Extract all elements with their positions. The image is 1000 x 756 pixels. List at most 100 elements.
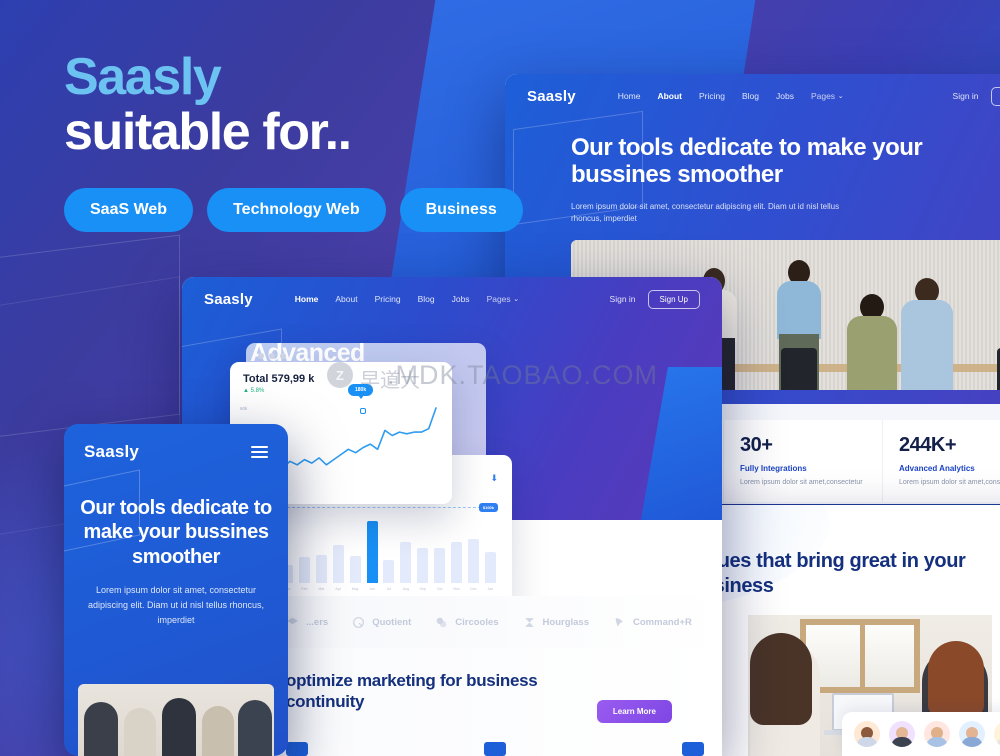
bar-label: Aug (402, 587, 410, 591)
nav-link-home[interactable]: Home (618, 91, 641, 101)
nav-link-pages[interactable]: Pages ⌄ (487, 294, 519, 304)
logo-item-commandr: Command+R (613, 616, 692, 629)
bar-column: Sep (417, 511, 429, 591)
bar[interactable] (383, 559, 395, 583)
learn-more-button[interactable]: Learn More (596, 700, 672, 723)
avatar[interactable] (889, 721, 915, 747)
download-icon[interactable]: ⬇ (490, 473, 498, 484)
bar-label: Dec (470, 587, 477, 591)
nav-links: Home About Pricing Blog Jobs Pages ⌄ (618, 91, 844, 101)
nav-brand[interactable]: Saasly (527, 88, 576, 105)
marketing-headline: optimize marketing for business continui… (286, 671, 538, 712)
photo-person (84, 702, 118, 756)
bar-label: Mar (318, 587, 325, 591)
bar[interactable] (451, 542, 463, 583)
stat-title: Fully Integrations (740, 463, 807, 473)
photo-person-left-hair (750, 633, 812, 725)
mobile-brand[interactable]: Saasly (84, 442, 139, 462)
bar[interactable] (349, 555, 361, 583)
nav-link-pricing[interactable]: Pricing (375, 294, 401, 304)
photo-person (124, 708, 156, 756)
nav-link-pages[interactable]: Pages ⌄ (811, 91, 843, 101)
nav-link-blog[interactable]: Blog (742, 91, 759, 101)
bar[interactable] (417, 548, 429, 583)
hamburger-icon[interactable] (251, 446, 268, 458)
bar-column: Feb (298, 511, 310, 591)
bar[interactable] (315, 554, 327, 583)
photo-chairs (781, 344, 1000, 390)
bar[interactable] (332, 544, 344, 583)
nav-brand[interactable]: Saasly (204, 291, 253, 308)
stat-desc: Lorem ipsum dolor sit amet,consectetur (740, 478, 863, 486)
bar[interactable] (400, 542, 412, 583)
feature-icon (286, 742, 308, 756)
quotient-icon (353, 616, 365, 628)
bar-chart-bars: JanFebMarAprMayJunJulAugSepOctNovDecJan (282, 511, 496, 591)
feature-icon (484, 742, 506, 756)
decorative-line (513, 110, 643, 226)
nav-auth: Sign in Sign Up (953, 86, 1000, 106)
mobile-mockup: Saasly Our tools dedicate to make your b… (64, 424, 288, 756)
bar-column: Nov (451, 511, 463, 591)
nav-links: Home About Pricing Blog Jobs Pages ⌄ (295, 294, 519, 304)
line-chart-point-marker (360, 408, 366, 414)
bar[interactable] (298, 557, 310, 583)
bar[interactable] (434, 548, 446, 583)
nav-link-about[interactable]: About (657, 91, 682, 101)
logo-item-layers: ...ers (286, 616, 328, 629)
chevron-down-icon: ⌄ (513, 296, 519, 303)
avatar[interactable] (854, 721, 880, 747)
bar-label: Feb (301, 587, 308, 591)
sign-in-link[interactable]: Sign in (953, 91, 979, 101)
logo-item-hourglass: Hourglass (523, 616, 589, 629)
bar[interactable] (484, 552, 496, 583)
bar-label: Nov (453, 587, 460, 591)
bar-label: Apr (335, 587, 342, 591)
pill-technology-web[interactable]: Technology Web (207, 188, 386, 233)
photo-person (162, 698, 196, 756)
background-line-1 (0, 234, 180, 446)
bar-label: Oct (436, 587, 443, 591)
avatar[interactable] (994, 721, 1000, 747)
sign-in-link[interactable]: Sign in (610, 294, 636, 304)
photo-person-right-hair (928, 641, 984, 717)
mobile-topbar: Saasly (64, 424, 288, 462)
pill-saas-web[interactable]: SaaS Web (64, 188, 194, 233)
bar-label: Sep (419, 587, 426, 591)
mobile-subtext: Lorem ipsum dolor sit amet, consectetur … (87, 585, 265, 625)
avatar-row (842, 712, 1000, 756)
bar-column: May (349, 511, 361, 591)
bar-column: Jun (366, 511, 378, 591)
bar-label: Jun (369, 587, 375, 591)
nav-link-jobs[interactable]: Jobs (776, 91, 794, 101)
bar-label: Jul (386, 587, 392, 591)
nav-link-pricing[interactable]: Pricing (699, 91, 725, 101)
nav-link-jobs[interactable]: Jobs (452, 294, 470, 304)
line-chart-delta: ▲ 5.8% (243, 388, 265, 394)
bar-highlighted[interactable] (366, 521, 378, 583)
avatar[interactable] (924, 721, 950, 747)
sign-up-button[interactable]: Sign Up (990, 86, 1000, 106)
line-chart-total: Total 579,99 k (243, 373, 315, 385)
photo-person (202, 706, 234, 756)
bar-chart-goal-line: $100k (282, 503, 498, 512)
logo-label: Command+R (633, 616, 692, 628)
nav-link-home[interactable]: Home (295, 294, 319, 304)
bar-column: Aug (400, 511, 412, 591)
sign-up-button[interactable]: Sign Up (647, 289, 700, 309)
hourglass-icon (524, 617, 534, 627)
logo-label: ...ers (306, 616, 329, 628)
nav-link-blog[interactable]: Blog (418, 294, 435, 304)
nav-link-about[interactable]: About (335, 294, 357, 304)
logo-item-circooles: Circooles (435, 616, 499, 629)
stat-number: 30+ (740, 433, 773, 456)
avatar[interactable] (959, 721, 985, 747)
stat-desc: Lorem ipsum dolor sit amet,consectetur (899, 478, 1000, 486)
bar[interactable] (467, 538, 479, 583)
page-title-rest: suitable for.. (64, 103, 352, 162)
bar-column: Mar (315, 511, 327, 591)
feature-icon (682, 742, 704, 756)
pill-business[interactable]: Business (399, 188, 523, 233)
bar-label: May (351, 587, 359, 591)
nav-link-pages-label: Pages (810, 91, 836, 101)
